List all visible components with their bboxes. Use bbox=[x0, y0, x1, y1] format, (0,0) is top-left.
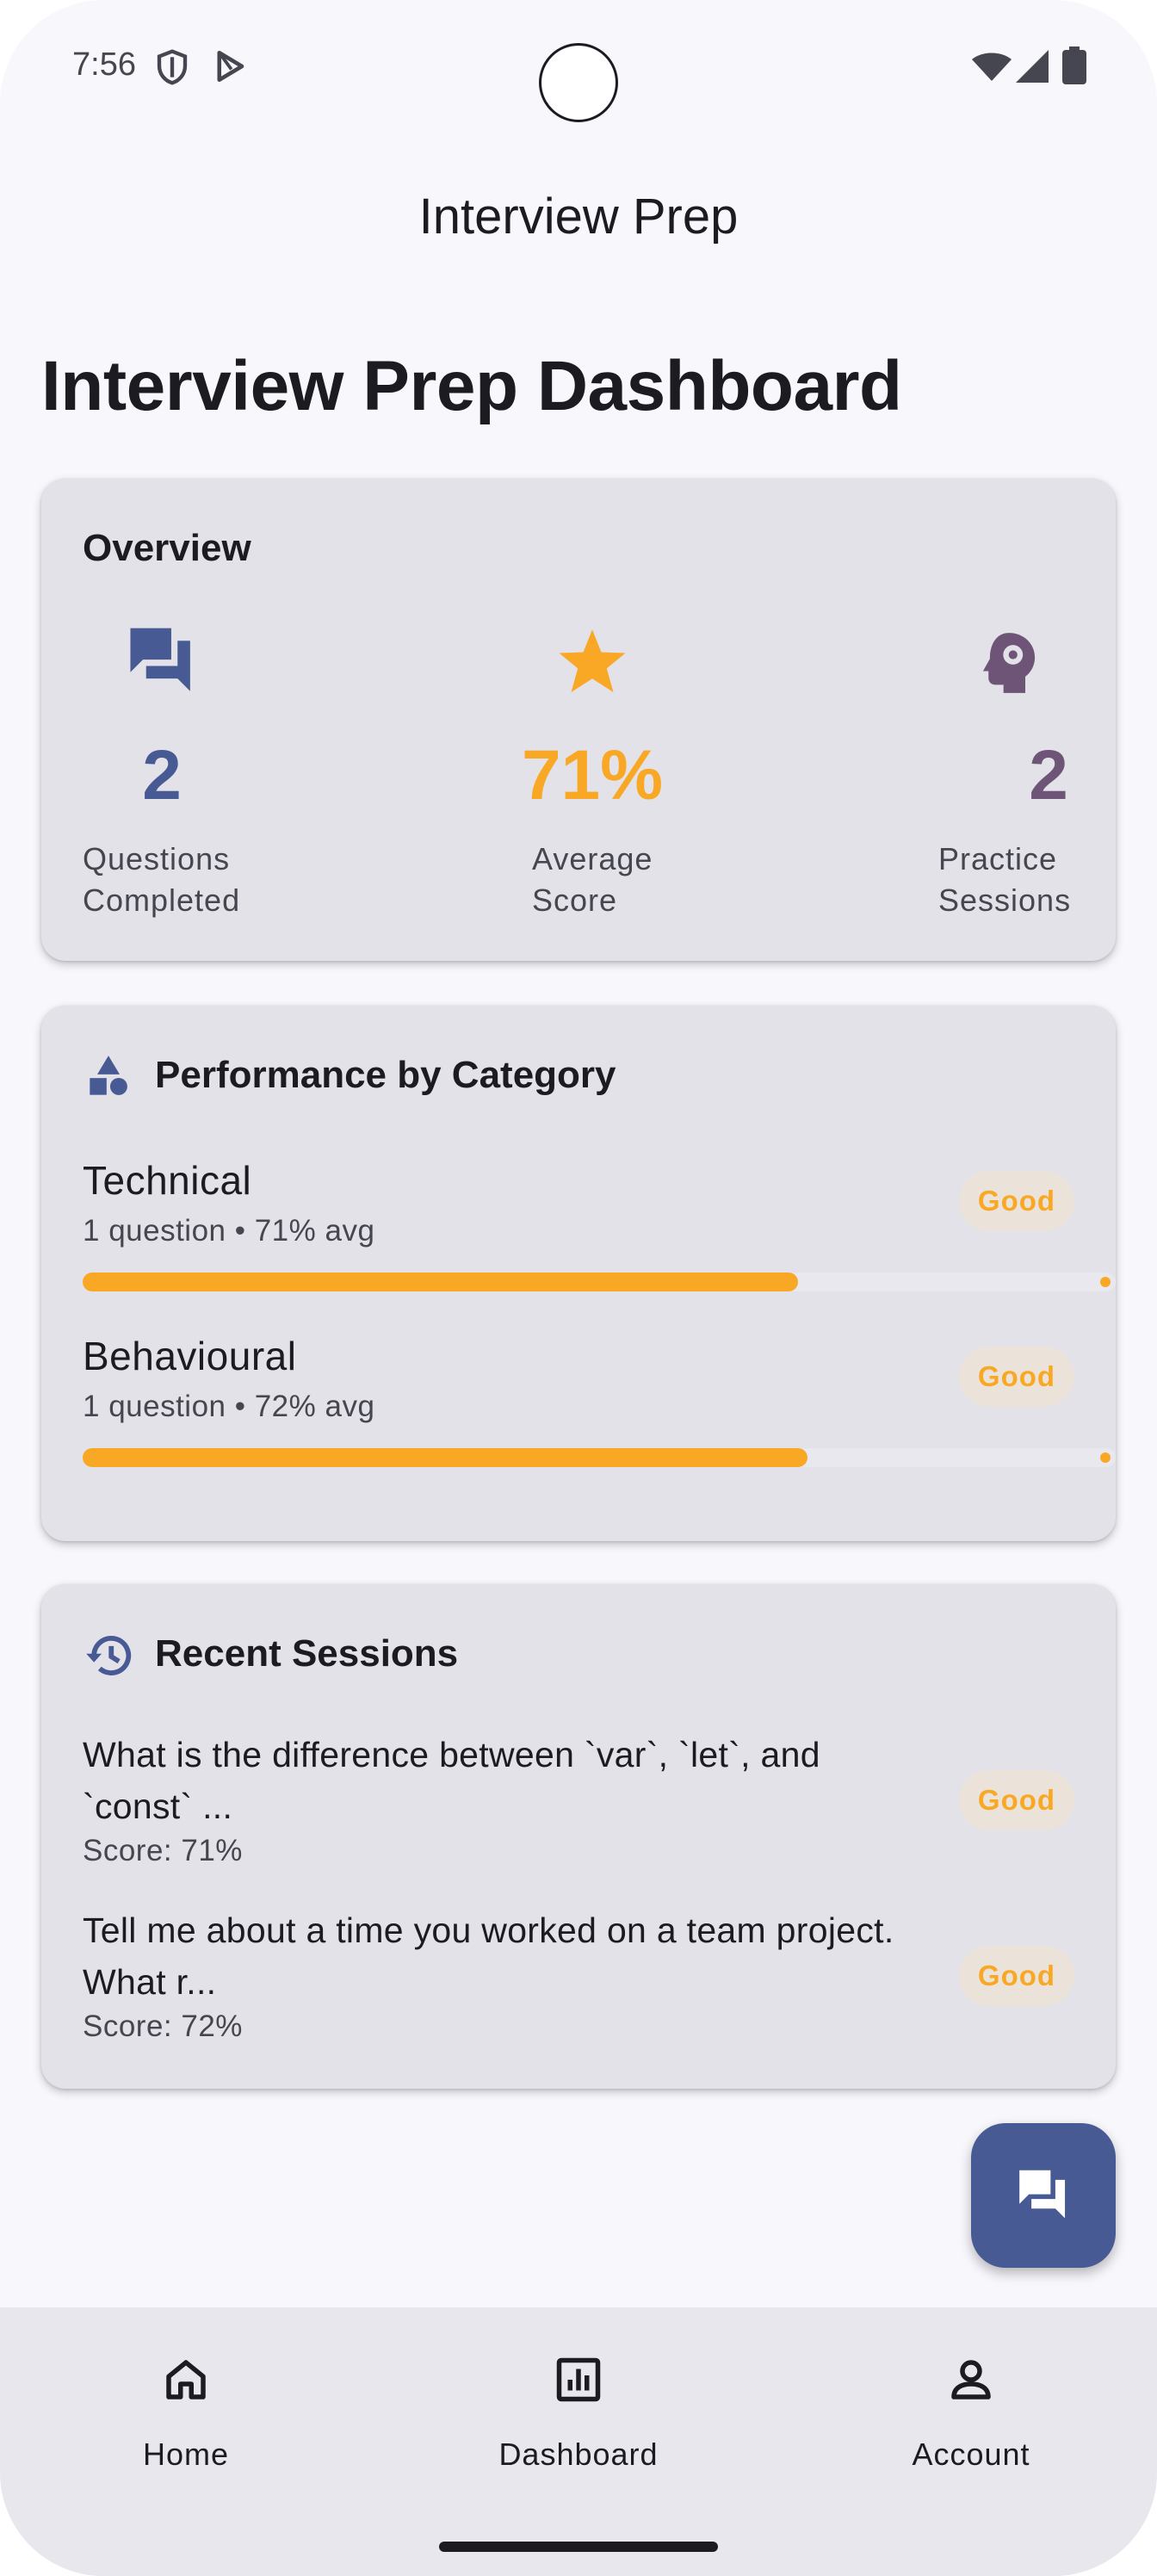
status-badge: Good bbox=[959, 1770, 1074, 1830]
performance-title: Performance by Category bbox=[155, 1054, 616, 1096]
progress-bar bbox=[83, 1448, 1116, 1467]
stat-label-line: Practice bbox=[938, 841, 1058, 876]
stat-label-line: Completed bbox=[83, 882, 241, 918]
progress-fill bbox=[83, 1273, 798, 1291]
nav-label: Home bbox=[142, 2437, 230, 2472]
session-question: Tell me about a time you worked on a tea… bbox=[83, 1904, 961, 2008]
session-question-line: What is the difference between `var`, `l… bbox=[83, 1735, 820, 1774]
nav-item-account[interactable]: Account bbox=[842, 2307, 1100, 2480]
home-indicator[interactable] bbox=[439, 2542, 718, 2552]
overview-card: Overview 2 Questions Completed 71% Avera… bbox=[41, 479, 1116, 961]
status-badge: Good bbox=[959, 1347, 1074, 1407]
stat-label: Questions Completed bbox=[83, 839, 240, 921]
performance-card: Performance by Category Technical 1 ques… bbox=[41, 1006, 1116, 1541]
shield-icon bbox=[157, 49, 188, 85]
session-question-line: Tell me about a time you worked on a tea… bbox=[83, 1910, 894, 1950]
stat-value: 2 bbox=[142, 736, 182, 814]
stat-label-line: Sessions bbox=[938, 882, 1072, 918]
progress-fill bbox=[83, 1448, 807, 1467]
session-score: Score: 71% bbox=[83, 1834, 243, 1867]
psychology-icon bbox=[982, 633, 1036, 693]
phone-screen: 7:56 Interview Prep Interview Prep Dashb… bbox=[0, 0, 1157, 2576]
session-question-line: `const` ... bbox=[83, 1786, 233, 1826]
forum-icon bbox=[130, 628, 190, 691]
cellular-signal-icon bbox=[1016, 50, 1049, 83]
camera-cutout bbox=[539, 43, 618, 122]
progress-end-dot bbox=[1100, 1452, 1111, 1463]
status-badge: Good bbox=[959, 1171, 1074, 1231]
overview-title: Overview bbox=[83, 527, 251, 569]
category-name: Technical bbox=[83, 1158, 252, 1203]
stat-label-line: Average bbox=[532, 841, 653, 876]
stat-label-line: Score bbox=[532, 882, 618, 918]
nav-item-dashboard[interactable]: Dashboard bbox=[449, 2307, 708, 2480]
nav-label: Account bbox=[912, 2437, 1030, 2472]
stat-label: Practice Sessions bbox=[938, 839, 1071, 921]
account-icon bbox=[951, 2360, 991, 2400]
stat-value: 2 bbox=[1029, 736, 1068, 814]
category-name: Behavioural bbox=[83, 1334, 297, 1378]
session-question: What is the difference between `var`, `l… bbox=[83, 1729, 961, 1832]
session-question-line: What r... bbox=[83, 1962, 217, 2002]
page-title: Interview Prep Dashboard bbox=[41, 347, 902, 425]
new-interview-fab[interactable] bbox=[971, 2123, 1116, 2268]
stat-label: Average Score bbox=[532, 839, 653, 921]
progress-bar bbox=[83, 1273, 1116, 1291]
bottom-navigation: Home Dashboard Account bbox=[0, 2307, 1157, 2576]
nav-item-home[interactable]: Home bbox=[57, 2307, 315, 2480]
battery-icon bbox=[1062, 46, 1086, 84]
nav-label: Dashboard bbox=[498, 2437, 659, 2472]
history-icon bbox=[86, 1636, 132, 1675]
status-badge: Good bbox=[959, 1946, 1074, 2006]
wifi-icon bbox=[972, 53, 1012, 81]
home-icon bbox=[166, 2360, 206, 2400]
status-bar: 7:56 bbox=[0, 0, 1157, 138]
category-subtitle: 1 question • 72% avg bbox=[83, 1390, 375, 1423]
dashboard-icon bbox=[556, 2357, 601, 2402]
stat-value: 71% bbox=[521, 736, 664, 814]
status-time: 7:56 bbox=[72, 46, 136, 83]
play-protect-icon bbox=[217, 50, 244, 83]
session-score: Score: 72% bbox=[83, 2009, 243, 2043]
stat-label-line: Questions bbox=[83, 841, 231, 876]
recent-sessions-title: Recent Sessions bbox=[155, 1632, 459, 1675]
progress-end-dot bbox=[1100, 1277, 1111, 1287]
recent-sessions-card: Recent Sessions What is the difference b… bbox=[41, 1584, 1116, 2089]
star-icon bbox=[559, 629, 626, 693]
chat-icon bbox=[1019, 2170, 1066, 2219]
category-icon bbox=[90, 1056, 127, 1095]
category-subtitle: 1 question • 71% avg bbox=[83, 1214, 375, 1248]
app-bar-title: Interview Prep bbox=[418, 189, 739, 245]
